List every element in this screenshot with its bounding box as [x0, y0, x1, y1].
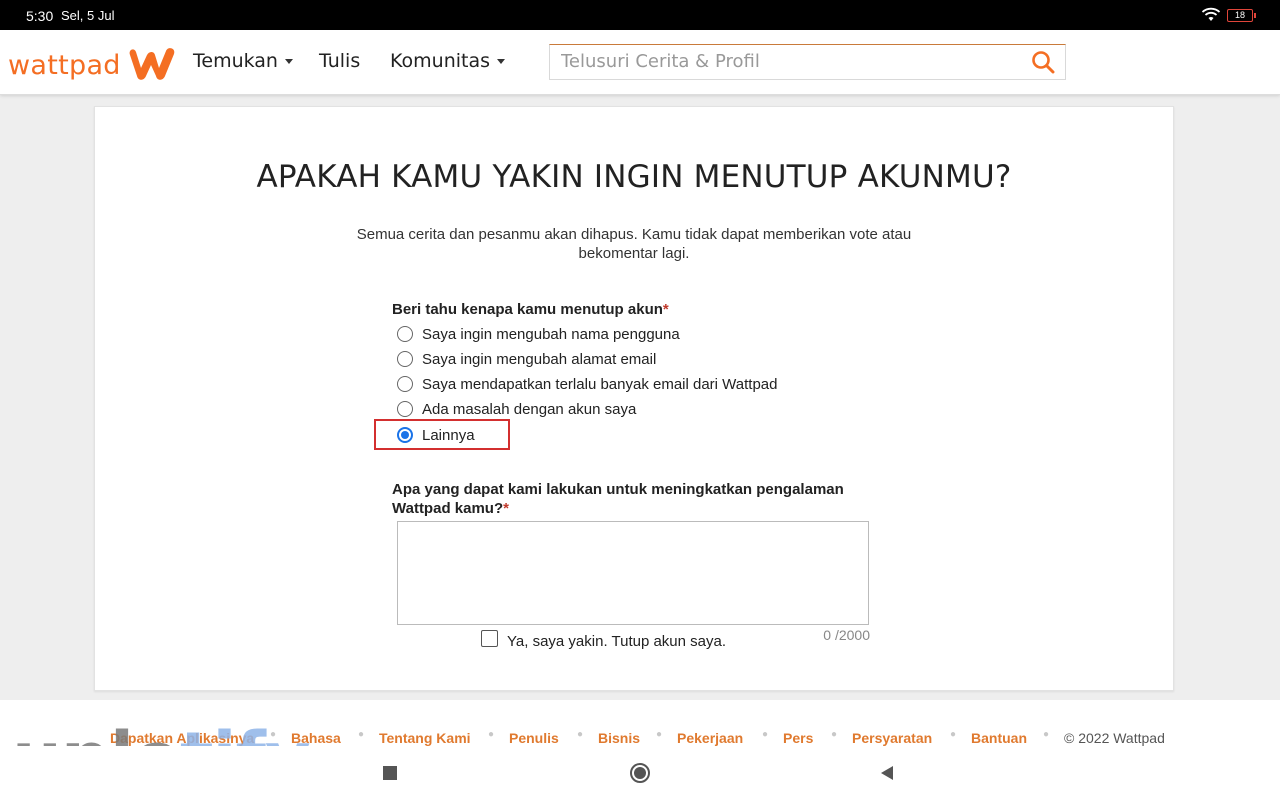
- footer-separator: ●: [488, 729, 495, 740]
- nav-discover[interactable]: Temukan: [193, 50, 293, 72]
- wattpad-logo[interactable]: wattpad: [8, 50, 121, 81]
- nav-write[interactable]: Tulis: [319, 50, 360, 72]
- status-time: 5:30: [26, 8, 54, 24]
- reason-option-email[interactable]: Saya ingin mengubah alamat email: [397, 348, 656, 370]
- option-label: Ada masalah dengan akun saya: [422, 400, 637, 418]
- nav-community[interactable]: Komunitas: [390, 50, 506, 72]
- footer-separator: ●: [831, 729, 838, 740]
- char-counter: 0 /2000: [823, 627, 870, 643]
- android-nav-bar: [0, 746, 1280, 800]
- status-bar: 5:30 Sel, 5 Jul 18: [0, 0, 1280, 30]
- close-account-card: APAKAH KAMU YAKIN INGIN MENUTUP AKUNMU? …: [94, 106, 1174, 691]
- footer-link-jobs[interactable]: Pekerjaan: [677, 730, 743, 746]
- wifi-icon: [1201, 7, 1221, 28]
- feedback-textarea[interactable]: [397, 521, 869, 625]
- footer-separator: ●: [577, 729, 584, 740]
- footer-copyright: © 2022 Wattpad: [1064, 730, 1165, 746]
- reason-option-username[interactable]: Saya ingin mengubah nama pengguna: [397, 323, 680, 345]
- reason-question-text: Beri tahu kenapa kamu menutup akun: [392, 301, 663, 318]
- footer: Dapatkan Aplikasinya ● Bahasa ● Tentang …: [0, 700, 1280, 746]
- radio-button[interactable]: [397, 351, 413, 367]
- wattpad-w-icon[interactable]: [126, 46, 178, 87]
- checkbox[interactable]: [481, 630, 498, 647]
- close-account-description: Semua cerita dan pesanmu akan dihapus. K…: [356, 226, 912, 262]
- footer-link-press[interactable]: Pers: [783, 730, 813, 746]
- confirm-label: Ya, saya yakin. Tutup akun saya.: [507, 633, 727, 650]
- status-date: Sel, 5 Jul: [61, 8, 115, 23]
- footer-separator: ●: [358, 729, 365, 740]
- chevron-down-icon: [497, 59, 506, 64]
- footer-link-terms[interactable]: Persyaratan: [852, 730, 932, 746]
- option-label: Saya mendapatkan terlalu banyak email da…: [422, 375, 778, 393]
- option-label: Saya ingin mengubah nama pengguna: [422, 325, 680, 343]
- footer-link-writers[interactable]: Penulis: [509, 730, 559, 746]
- confirm-close-checkbox[interactable]: Ya, saya yakin. Tutup akun saya.: [481, 630, 727, 650]
- nav-community-label: Komunitas: [390, 50, 491, 72]
- search-icon[interactable]: [1031, 50, 1055, 79]
- search-box: [549, 44, 1066, 80]
- footer-separator: ●: [950, 729, 957, 740]
- recent-apps-icon[interactable]: [383, 766, 397, 785]
- footer-link-business[interactable]: Bisnis: [598, 730, 640, 746]
- footer-separator: ●: [762, 729, 769, 740]
- battery-icon: 18: [1227, 9, 1256, 22]
- footer-link-about[interactable]: Tentang Kami: [379, 730, 471, 746]
- reason-option-too-many-emails[interactable]: Saya mendapatkan terlalu banyak email da…: [397, 373, 777, 395]
- footer-link-get-app[interactable]: Dapatkan Aplikasinya: [110, 730, 254, 746]
- feedback-question-text: Apa yang dapat kami lakukan untuk mening…: [392, 481, 844, 517]
- option-label: Saya ingin mengubah alamat email: [422, 350, 657, 368]
- highlight-box: [374, 419, 510, 450]
- footer-separator: ●: [270, 729, 277, 740]
- nav-discover-label: Temukan: [193, 50, 278, 72]
- reason-option-account-problem[interactable]: Ada masalah dengan akun saya: [397, 398, 636, 420]
- required-mark: *: [503, 500, 509, 517]
- radio-button[interactable]: [397, 376, 413, 392]
- radio-button[interactable]: [397, 401, 413, 417]
- chevron-down-icon: [284, 59, 293, 64]
- back-icon[interactable]: [880, 766, 894, 785]
- footer-link-help[interactable]: Bantuan: [971, 730, 1027, 746]
- page-title: APAKAH KAMU YAKIN INGIN MENUTUP AKUNMU?: [256, 159, 1012, 195]
- radio-button[interactable]: [397, 326, 413, 342]
- top-header: wattpad Temukan Tulis Komunitas: [0, 30, 1280, 95]
- feedback-question: Apa yang dapat kami lakukan untuk mening…: [392, 480, 872, 518]
- footer-link-language[interactable]: Bahasa: [291, 730, 341, 746]
- home-icon[interactable]: [630, 763, 650, 788]
- footer-separator: ●: [1043, 729, 1050, 740]
- reason-question: Beri tahu kenapa kamu menutup akun*: [392, 300, 669, 319]
- footer-separator: ●: [656, 729, 663, 740]
- required-mark: *: [662, 301, 669, 318]
- search-input[interactable]: [550, 45, 1021, 77]
